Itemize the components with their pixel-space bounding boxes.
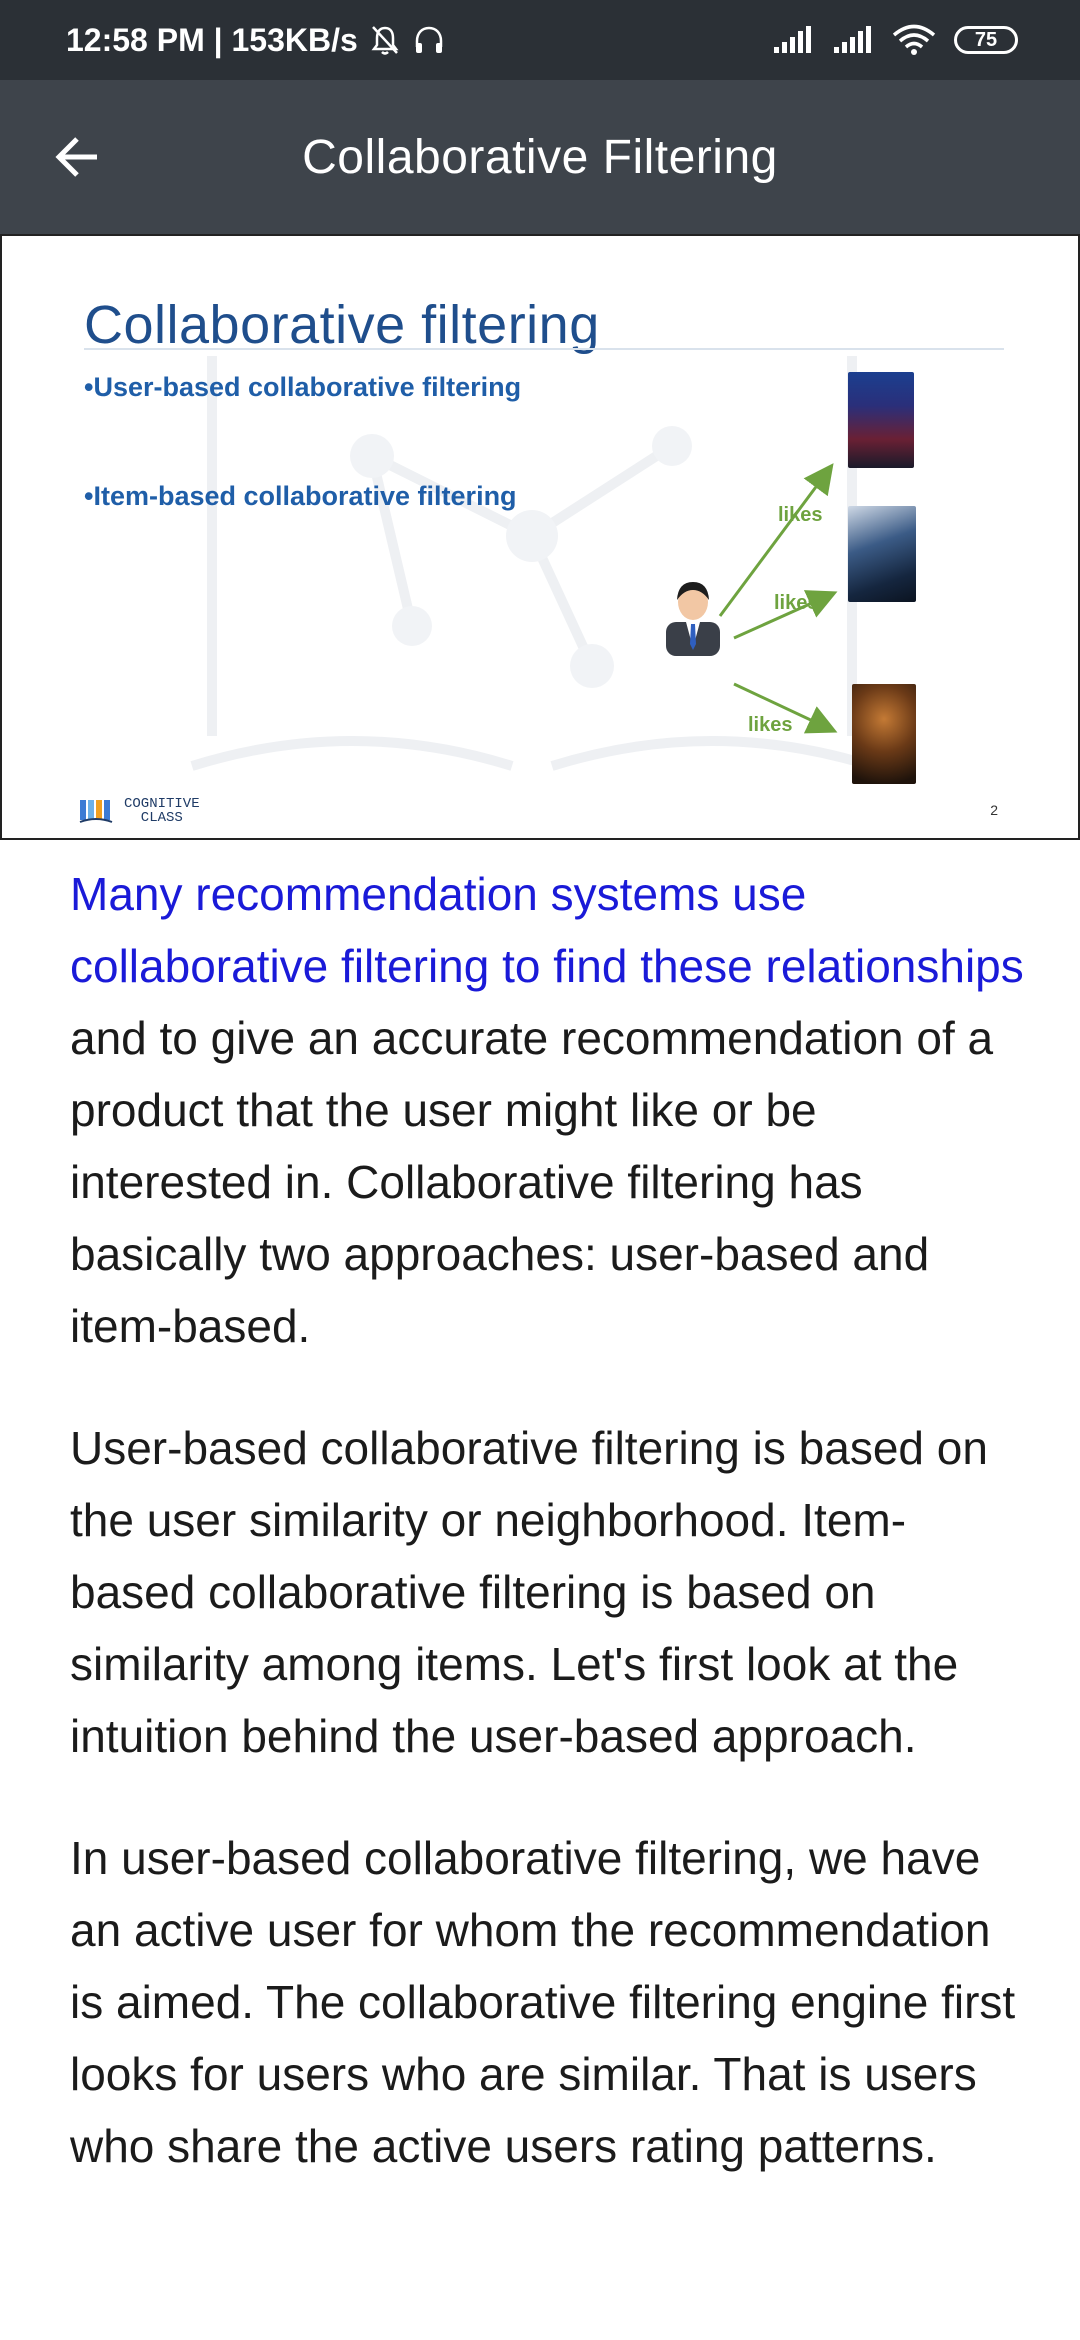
likes-label-3: likes — [748, 714, 793, 736]
article-paragraph-1: Many recommendation systems use collabor… — [70, 858, 1030, 1362]
cognitive-class-logo-text: COGNITIVE CLASS — [124, 797, 200, 825]
headphones-icon — [415, 26, 443, 53]
movie-poster-3 — [852, 684, 916, 784]
article-body: Many recommendation systems use collabor… — [70, 858, 1030, 2232]
movie-poster-2 — [848, 506, 916, 602]
article-paragraph-2: User-based collaborative filtering is ba… — [70, 1422, 988, 1762]
slide-title-rule — [84, 348, 1004, 350]
highlighted-link[interactable]: Many recommendation systems use collabor… — [70, 868, 1024, 992]
likes-arrows — [718, 463, 838, 734]
status-bar: 12:58 PM | 153KB/s 75 — [0, 0, 1080, 80]
paragraph-1-text: and to give an accurate recommendation o… — [70, 1012, 994, 1352]
slide-bullet-item-based: Item-based collaborative filtering — [84, 481, 516, 512]
signal-icon — [774, 26, 811, 53]
slide-title: Collaborative filtering — [84, 295, 600, 355]
status-time-speed: 12:58 PM | 153KB/s — [66, 21, 358, 58]
slide-page-number: 2 — [990, 802, 998, 818]
article-paragraph-3: In user-based collaborative filtering, w… — [70, 1832, 1016, 2172]
status-left: 12:58 PM | 153KB/s — [66, 22, 446, 59]
movie-poster-1 — [848, 372, 914, 468]
bell-off-icon — [371, 26, 399, 55]
likes-label-1: likes — [778, 504, 823, 526]
app-bar: Collaborative Filtering — [0, 80, 1080, 234]
likes-label-2: likes — [774, 592, 819, 614]
slide-bullet-user-based: User-based collaborative filtering — [84, 372, 521, 403]
battery-indicator: 75 — [954, 26, 1018, 54]
cognitive-class-logo-icon — [79, 800, 113, 823]
signal-icon-2 — [834, 26, 871, 53]
logo-line-2: CLASS — [140, 810, 183, 826]
wifi-icon — [892, 24, 936, 55]
status-right: 75 — [772, 24, 1018, 56]
slide-image[interactable]: Collaborative filtering User-based colla… — [0, 234, 1080, 840]
page-title: Collaborative Filtering — [302, 130, 778, 184]
cognitive-class-logo: COGNITIVE CLASS — [78, 796, 200, 826]
logo-line-1: COGNITIVE — [124, 796, 200, 812]
